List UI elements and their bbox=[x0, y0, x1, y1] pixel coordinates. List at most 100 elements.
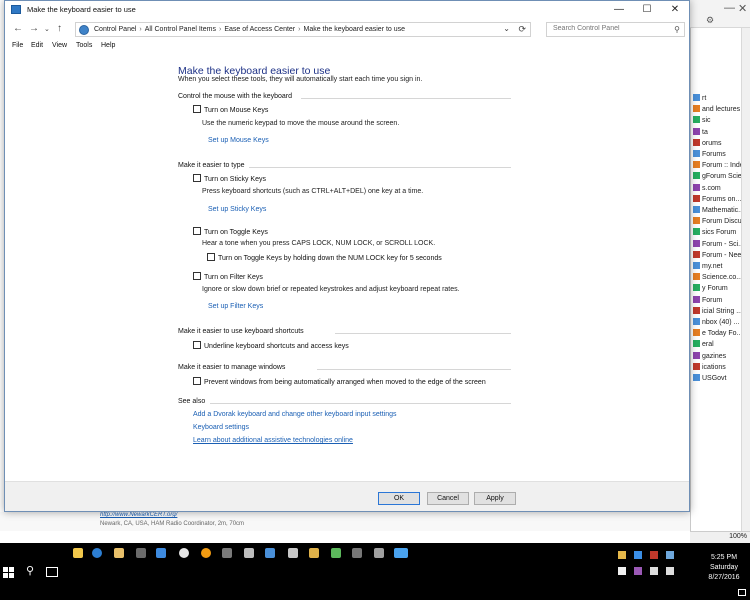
up-arrow-icon[interactable]: ↑ bbox=[57, 23, 62, 34]
tray-icon[interactable] bbox=[618, 551, 626, 559]
background-list-item[interactable]: sic bbox=[693, 116, 711, 124]
background-list-item[interactable]: Forum - Sci... bbox=[693, 239, 744, 248]
control-panel-taskbar-icon[interactable] bbox=[394, 548, 408, 558]
app-icon-monitor[interactable] bbox=[265, 548, 275, 558]
background-list-item[interactable]: rt bbox=[693, 94, 706, 102]
firefox-browser-icon[interactable] bbox=[201, 548, 211, 558]
background-link[interactable]: http://www.NewarkCERT.org/ bbox=[100, 512, 177, 518]
taskbar-clock[interactable]: 5:25 PM Saturday 8/27/2016 bbox=[700, 553, 748, 583]
chrome-browser-icon[interactable] bbox=[179, 548, 189, 558]
app-icon-document[interactable] bbox=[288, 548, 298, 558]
background-list-item[interactable]: gazines bbox=[693, 351, 726, 360]
volume-icon[interactable] bbox=[666, 567, 674, 575]
tray-icon[interactable] bbox=[650, 551, 658, 559]
background-scrollbar[interactable] bbox=[741, 28, 750, 531]
menu-edit[interactable]: Edit bbox=[31, 42, 43, 49]
background-list-item[interactable]: nbox (40) ... bbox=[693, 318, 739, 326]
background-list-item[interactable]: Forum bbox=[693, 295, 722, 304]
background-list-item[interactable]: Forum :: Index bbox=[693, 161, 747, 169]
tray-icon[interactable] bbox=[634, 551, 642, 559]
keyboard-settings-link[interactable]: Keyboard settings bbox=[193, 424, 249, 431]
app-icon-dark[interactable] bbox=[222, 548, 232, 558]
checkbox-box[interactable] bbox=[193, 272, 201, 280]
cancel-button[interactable]: Cancel bbox=[427, 492, 469, 505]
app-icon-blue[interactable] bbox=[156, 548, 166, 558]
tray-icon[interactable] bbox=[634, 567, 642, 575]
checkbox-box[interactable] bbox=[193, 105, 201, 113]
tray-icon[interactable] bbox=[666, 551, 674, 559]
gear-icon[interactable]: ⚙ bbox=[706, 15, 714, 26]
background-list-item[interactable]: Mathematic... bbox=[693, 206, 744, 214]
background-list-item[interactable]: Forums on... bbox=[693, 194, 741, 203]
checkbox-box[interactable] bbox=[193, 377, 201, 385]
app-icon-yellow[interactable] bbox=[309, 548, 319, 558]
windows-start-icon[interactable] bbox=[3, 567, 15, 579]
toggle-keys-hold-checkbox[interactable]: Turn on Toggle Keys by holding down the … bbox=[207, 253, 442, 262]
background-list-item[interactable]: Science.co... bbox=[693, 273, 742, 281]
breadcrumb-separator-icon[interactable]: › bbox=[298, 26, 300, 33]
tray-icon[interactable] bbox=[618, 567, 626, 575]
breadcrumb-separator-icon[interactable]: › bbox=[219, 26, 221, 33]
file-explorer-icon[interactable] bbox=[73, 548, 83, 558]
task-view-icon[interactable] bbox=[46, 567, 58, 577]
background-list-item[interactable]: and lectures bbox=[693, 105, 740, 113]
forward-arrow-icon[interactable]: → bbox=[29, 23, 39, 34]
close-button[interactable]: ✕ bbox=[661, 1, 689, 19]
refresh-icon[interactable]: ⟳ bbox=[518, 24, 526, 35]
search-input[interactable] bbox=[553, 25, 668, 32]
breadcrumb-item[interactable]: All Control Panel Items bbox=[145, 26, 216, 33]
app-icon-window[interactable] bbox=[374, 548, 384, 558]
minimize-button[interactable]: — bbox=[605, 1, 633, 19]
app-icon-gray[interactable] bbox=[136, 548, 146, 558]
dvorak-keyboard-link[interactable]: Add a Dvorak keyboard and change other k… bbox=[193, 411, 397, 418]
back-arrow-icon[interactable]: ← bbox=[13, 23, 23, 34]
mouse-keys-checkbox[interactable]: Turn on Mouse Keys bbox=[193, 105, 268, 114]
minimize-icon[interactable]: — bbox=[724, 2, 735, 14]
maximize-button[interactable]: ☐ bbox=[633, 1, 661, 19]
background-list-item[interactable]: my.net bbox=[693, 262, 723, 270]
app-icon-grid[interactable] bbox=[352, 548, 362, 558]
background-list-item[interactable]: eral bbox=[693, 340, 714, 348]
folder-icon[interactable] bbox=[114, 548, 124, 558]
background-list-item[interactable]: sics Forum bbox=[693, 228, 736, 236]
app-icon-light[interactable] bbox=[244, 548, 254, 558]
background-list-item[interactable]: e Today Fo... bbox=[693, 329, 742, 337]
checkbox-box[interactable] bbox=[193, 227, 201, 235]
network-icon[interactable] bbox=[650, 567, 658, 575]
title-bar[interactable]: Make the keyboard easier to use — ☐ ✕ bbox=[5, 1, 689, 19]
background-list-item[interactable]: ta bbox=[693, 127, 708, 136]
background-list-item[interactable]: ications bbox=[693, 362, 726, 371]
setup-mouse-keys-link[interactable]: Set up Mouse Keys bbox=[208, 137, 269, 144]
address-bar[interactable]: Control Panel › All Control Panel Items › Ea… bbox=[75, 22, 531, 37]
search-box[interactable]: ⚲ bbox=[546, 22, 685, 37]
ok-button[interactable]: OK bbox=[378, 492, 420, 505]
app-icon-green[interactable] bbox=[331, 548, 341, 558]
breadcrumb-item[interactable]: Make the keyboard easier to use bbox=[303, 26, 405, 33]
background-list-item[interactable]: Forum Discu... bbox=[693, 217, 748, 225]
background-list-item[interactable]: icial String ... bbox=[693, 306, 742, 315]
checkbox-box[interactable] bbox=[193, 174, 201, 182]
edge-browser-icon[interactable] bbox=[92, 548, 102, 558]
setup-sticky-keys-link[interactable]: Set up Sticky Keys bbox=[208, 206, 266, 213]
breadcrumb-item[interactable]: Ease of Access Center bbox=[224, 26, 295, 33]
background-list-item[interactable]: s.com bbox=[693, 183, 721, 192]
menu-view[interactable]: View bbox=[52, 42, 67, 49]
background-list-item[interactable]: Forum - Nee... bbox=[693, 250, 747, 259]
sticky-keys-checkbox[interactable]: Turn on Sticky Keys bbox=[193, 174, 266, 183]
apply-button[interactable]: Apply bbox=[474, 492, 516, 505]
background-list-item[interactable]: y Forum bbox=[693, 284, 728, 292]
breadcrumb-separator-icon[interactable]: › bbox=[139, 26, 141, 33]
chevron-down-icon[interactable]: ⌄ bbox=[503, 24, 510, 33]
background-list-item[interactable]: gForum Scie... bbox=[693, 172, 748, 180]
background-list-item[interactable]: orums bbox=[693, 138, 721, 147]
checkbox-box[interactable] bbox=[207, 253, 215, 261]
filter-keys-checkbox[interactable]: Turn on Filter Keys bbox=[193, 272, 263, 281]
setup-filter-keys-link[interactable]: Set up Filter Keys bbox=[208, 303, 263, 310]
menu-tools[interactable]: Tools bbox=[76, 42, 92, 49]
close-icon[interactable]: ✕ bbox=[738, 2, 747, 15]
notifications-icon[interactable] bbox=[738, 589, 746, 596]
background-list-item[interactable]: Forums bbox=[693, 150, 726, 158]
zoom-level[interactable]: 100% bbox=[729, 533, 747, 540]
checkbox-box[interactable] bbox=[193, 341, 201, 349]
recent-locations-icon[interactable]: ⌄ bbox=[44, 25, 50, 33]
